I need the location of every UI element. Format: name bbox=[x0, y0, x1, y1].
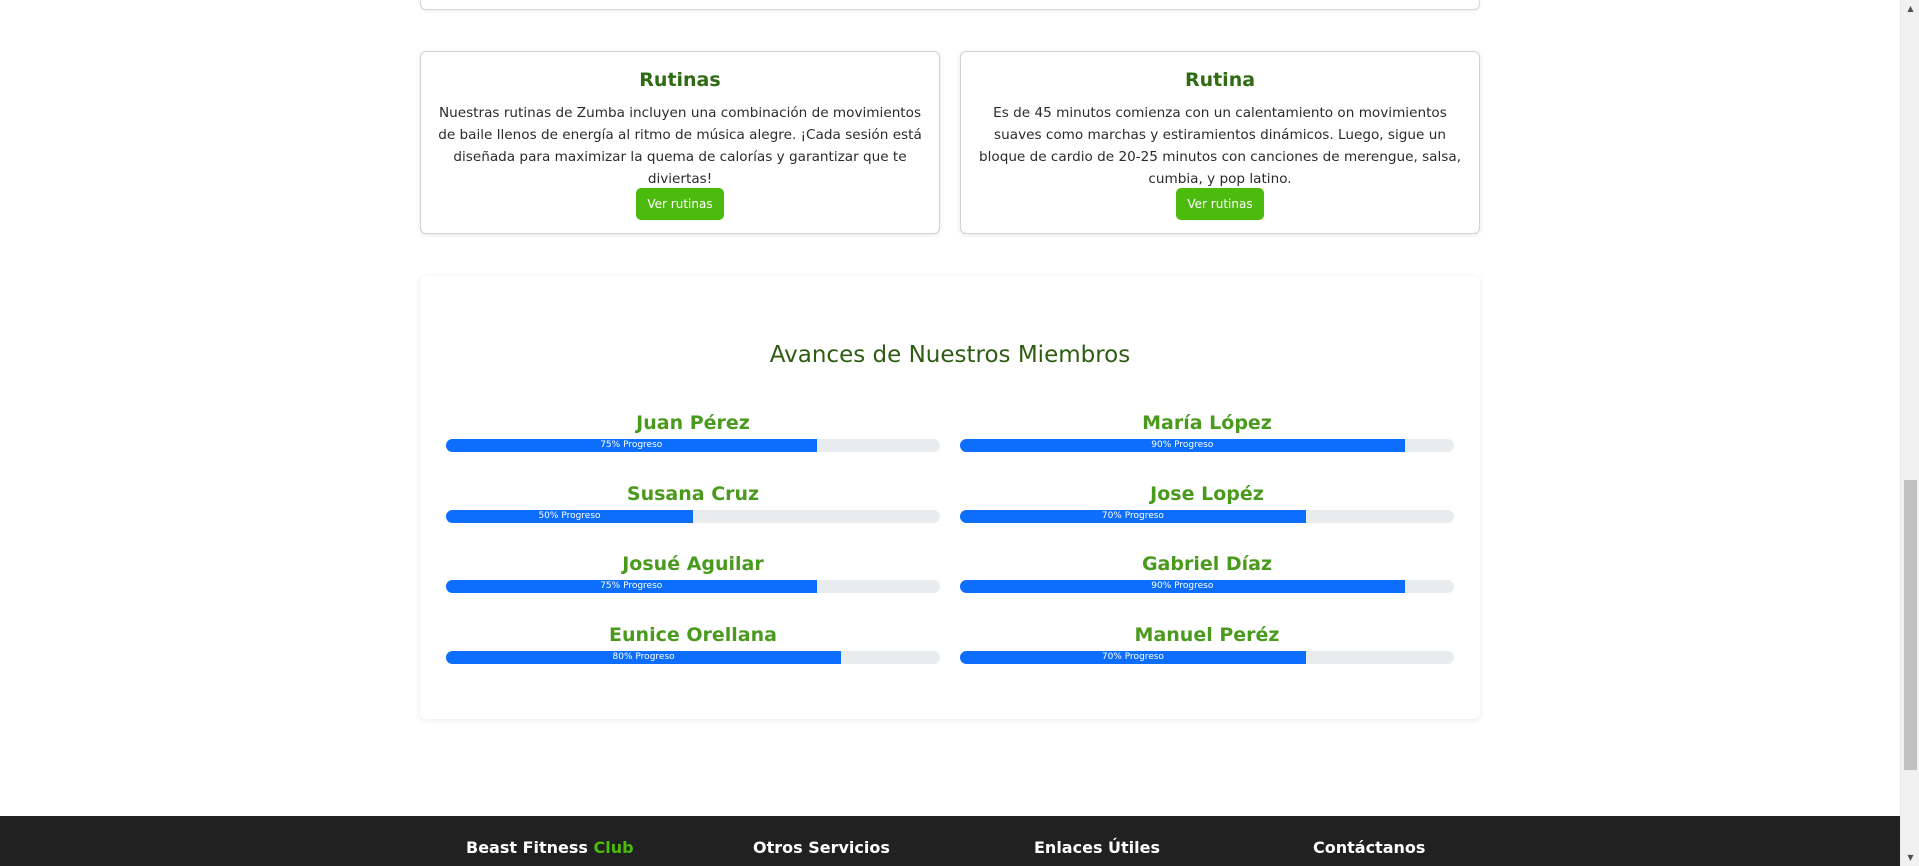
progress-fill: 75% Progreso bbox=[446, 580, 817, 593]
card-description: Nuestras rutinas de Zumba incluyen una c… bbox=[438, 105, 922, 187]
page: Rutinas Nuestras rutinas de Zumba incluy… bbox=[0, 0, 1900, 866]
progress-fill: 90% Progreso bbox=[960, 580, 1405, 593]
member-progress: Jose Lopéz 70% Progreso bbox=[960, 482, 1454, 523]
progress-bar: 80% Progreso bbox=[446, 651, 940, 664]
brand-name: Beast Fitness bbox=[466, 838, 588, 857]
member-progress-section: Avances de Nuestros Miembros Juan Pérez … bbox=[420, 276, 1480, 719]
member-name: María López bbox=[1142, 412, 1272, 434]
member-progress: Juan Pérez 75% Progreso bbox=[446, 411, 940, 452]
member-progress: Manuel Peréz 70% Progreso bbox=[960, 623, 1454, 664]
progress-bar: 90% Progreso bbox=[960, 580, 1454, 593]
member-name: Eunice Orellana bbox=[609, 624, 777, 646]
footer: Beast Fitness Club Otros Servicios Enlac… bbox=[0, 816, 1900, 866]
card-rutina: Rutina Es de 45 minutos comienza con un … bbox=[960, 51, 1480, 234]
card-title: Rutinas bbox=[639, 69, 721, 91]
progress-bar: 70% Progreso bbox=[960, 510, 1454, 523]
vertical-scrollbar[interactable]: ▲ ▼ bbox=[1900, 0, 1919, 866]
progress-bar: 75% Progreso bbox=[446, 580, 940, 593]
footer-brand: Beast Fitness Club bbox=[466, 838, 634, 857]
progress-fill: 70% Progreso bbox=[960, 510, 1306, 523]
member-name: Susana Cruz bbox=[626, 483, 760, 505]
progress-bar: 70% Progreso bbox=[960, 651, 1454, 664]
footer-heading-contactanos: Contáctanos bbox=[1313, 838, 1426, 857]
scroll-up-arrow-icon[interactable]: ▲ bbox=[1901, 0, 1919, 17]
scroll-down-arrow-icon[interactable]: ▼ bbox=[1901, 849, 1919, 866]
progress-bar: 90% Progreso bbox=[960, 439, 1454, 452]
ver-rutinas-button[interactable]: Ver rutinas bbox=[636, 188, 724, 220]
member-progress: María López 90% Progreso bbox=[960, 411, 1454, 452]
progress-fill: 80% Progreso bbox=[446, 651, 842, 664]
member-progress: Gabriel Díaz 90% Progreso bbox=[960, 552, 1454, 593]
card-rutinas: Rutinas Nuestras rutinas de Zumba incluy… bbox=[420, 51, 940, 234]
previous-section-card bbox=[420, 0, 1480, 10]
section-title: Avances de Nuestros Miembros bbox=[769, 342, 1131, 368]
progress-fill: 50% Progreso bbox=[446, 510, 693, 523]
card-description: Es de 45 minutos comienza con un calenta… bbox=[978, 105, 1462, 187]
footer-heading-otros-servicios: Otros Servicios bbox=[753, 838, 890, 857]
member-progress: Susana Cruz 50% Progreso bbox=[446, 482, 940, 523]
member-name: Juan Pérez bbox=[636, 412, 750, 434]
progress-bar: 50% Progreso bbox=[446, 510, 940, 523]
progress-fill: 75% Progreso bbox=[446, 439, 817, 452]
progress-bar: 75% Progreso bbox=[446, 439, 940, 452]
footer-heading-enlaces-utiles: Enlaces Útiles bbox=[1034, 838, 1161, 857]
member-progress: Josué Aguilar 75% Progreso bbox=[446, 552, 940, 593]
member-progress: Eunice Orellana 80% Progreso bbox=[446, 623, 940, 664]
member-name: Gabriel Díaz bbox=[1141, 553, 1273, 575]
member-name: Jose Lopéz bbox=[1150, 483, 1264, 505]
progress-fill: 90% Progreso bbox=[960, 439, 1405, 452]
member-name: Josué Aguilar bbox=[622, 553, 764, 575]
progress-fill: 70% Progreso bbox=[960, 651, 1306, 664]
card-title: Rutina bbox=[1184, 69, 1256, 91]
ver-rutinas-button[interactable]: Ver rutinas bbox=[1176, 188, 1264, 220]
scrollbar-thumb[interactable] bbox=[1904, 480, 1917, 770]
member-name: Manuel Peréz bbox=[1134, 624, 1280, 646]
brand-accent: Club bbox=[593, 838, 634, 857]
